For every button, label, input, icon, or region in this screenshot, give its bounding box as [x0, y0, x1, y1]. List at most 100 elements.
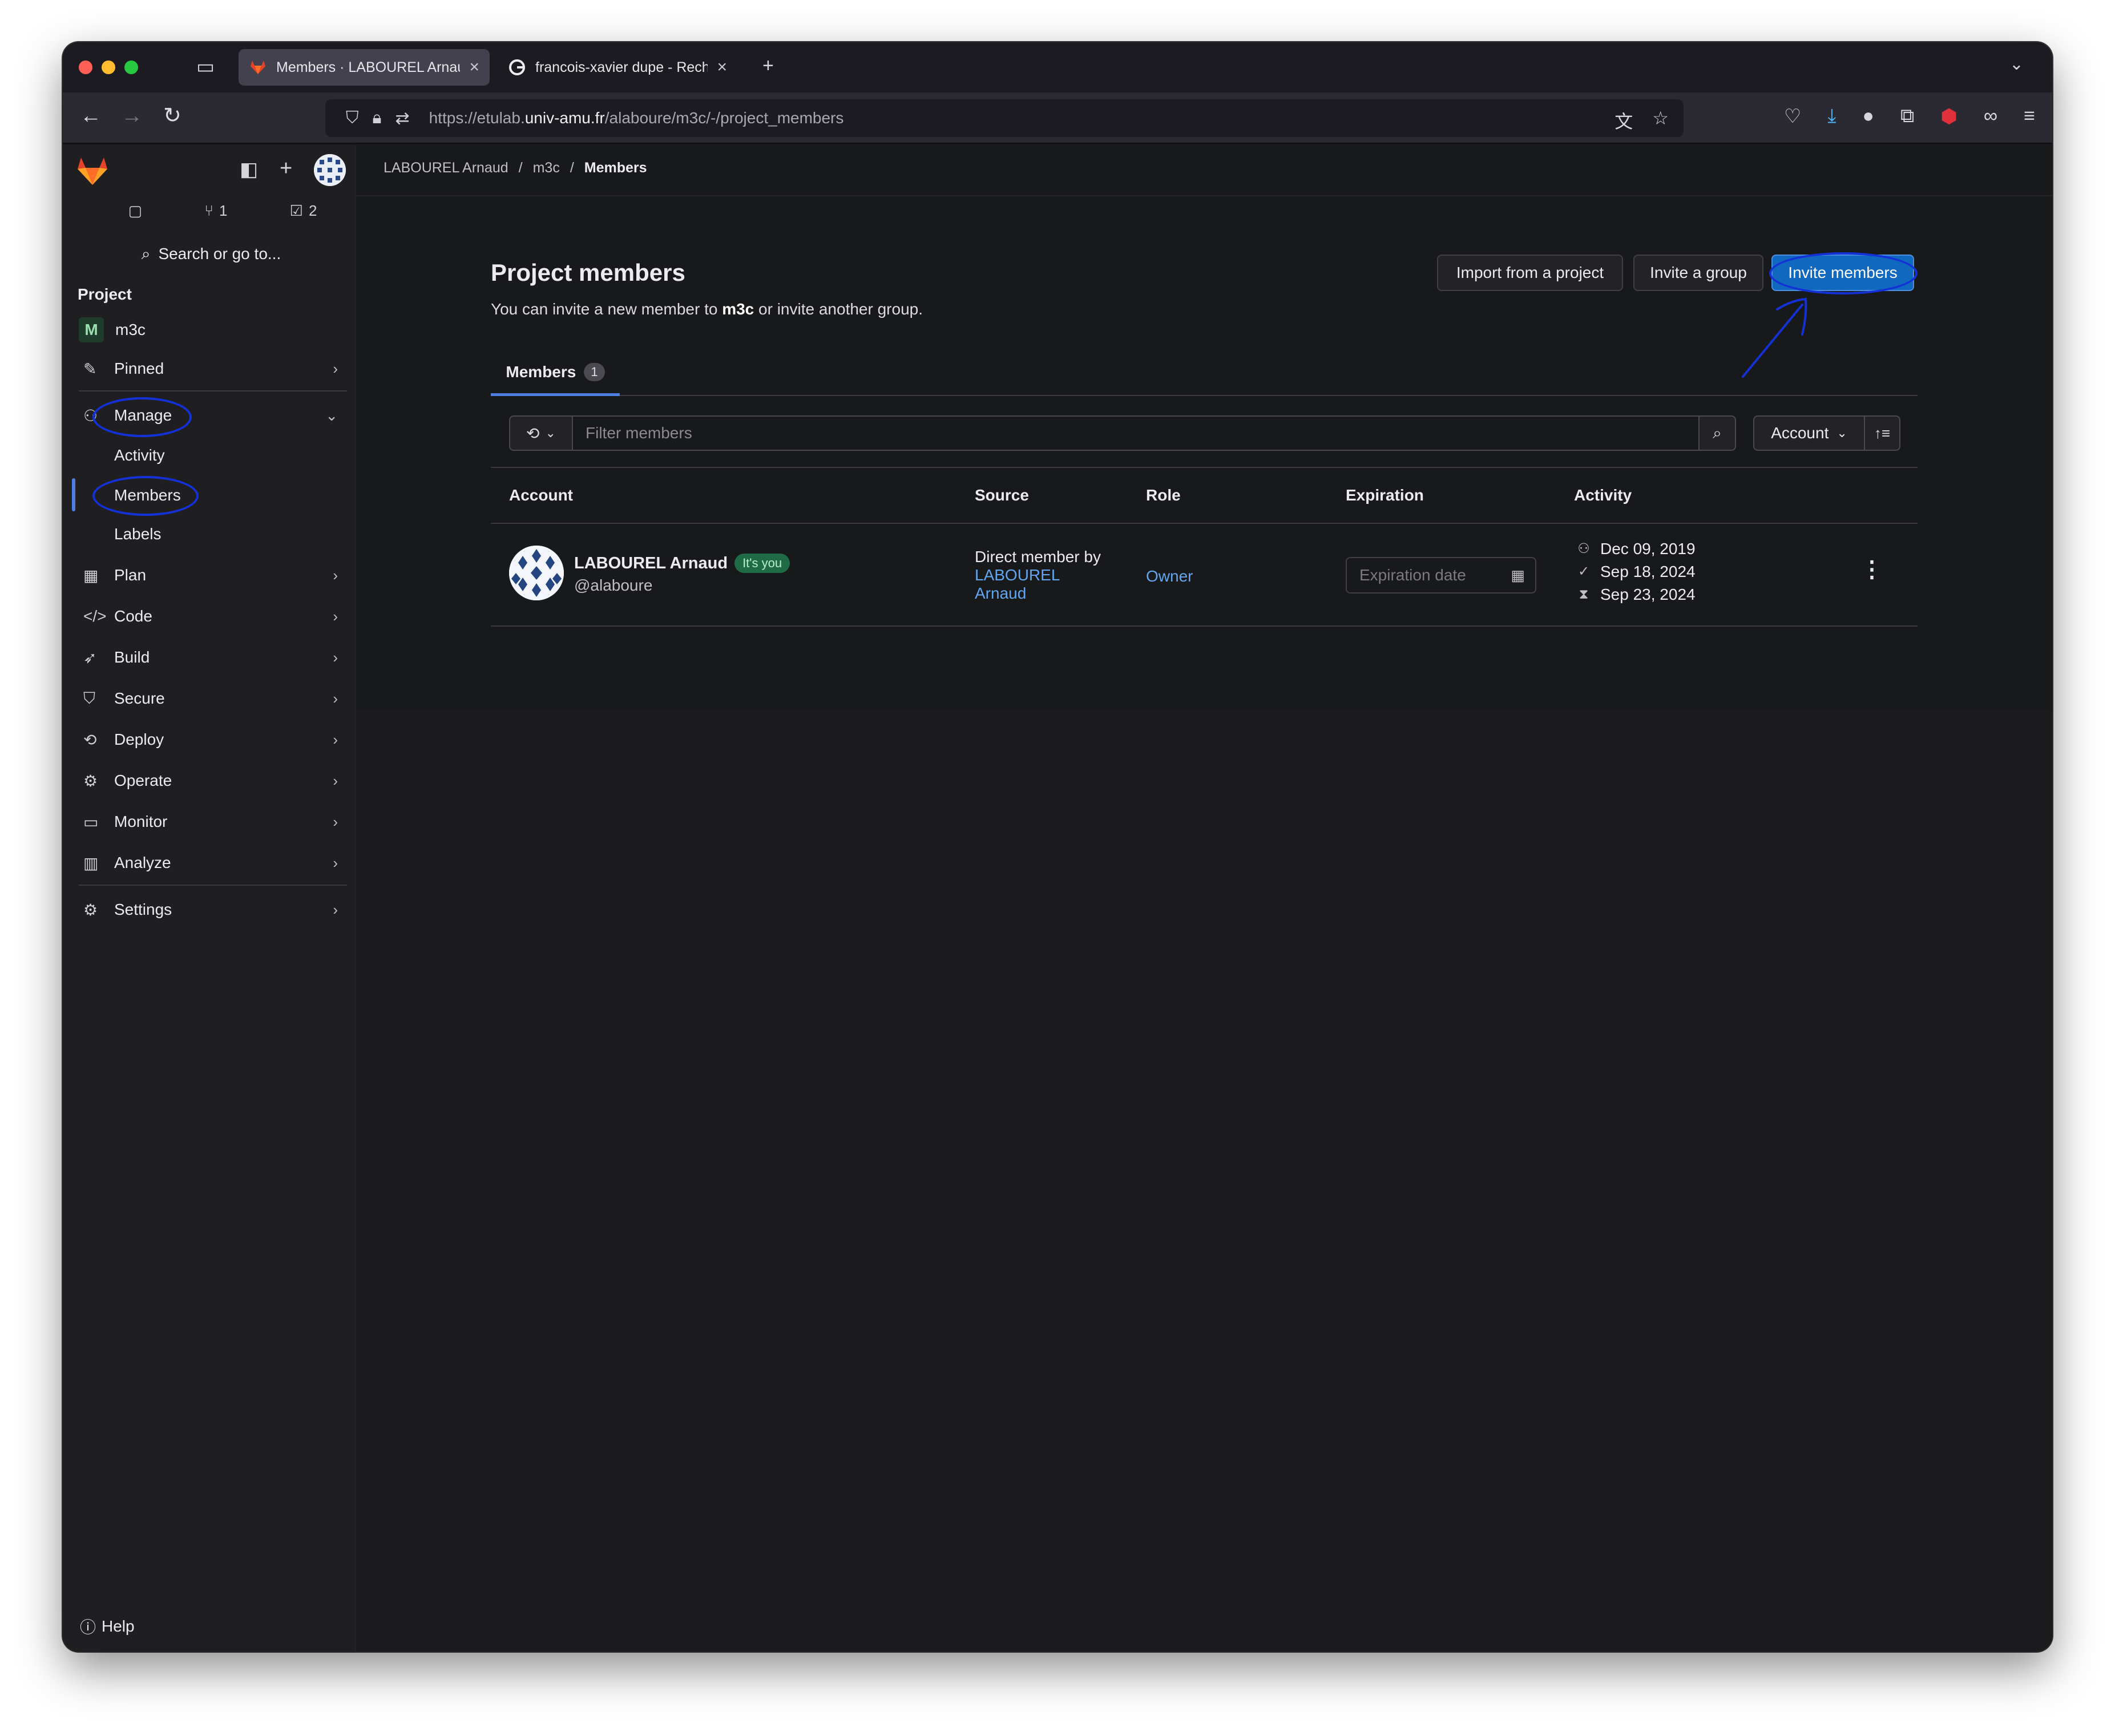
- page-title: Project members: [491, 259, 685, 286]
- sidebar-item-secure[interactable]: ⛉ Secure ›: [78, 681, 348, 716]
- tab-title: Members · LABOUREL Arnaud /: [276, 59, 460, 75]
- bookmark-star-icon[interactable]: ☆: [1652, 107, 1669, 134]
- chart-icon: ▥: [83, 854, 99, 872]
- expiration-date-input[interactable]: Expiration date ▦: [1346, 557, 1536, 594]
- pocket-icon[interactable]: ♡: [1784, 105, 1801, 128]
- breadcrumb-current[interactable]: Members: [584, 160, 647, 176]
- chevron-right-icon: ›: [333, 813, 338, 830]
- forward-icon[interactable]: →: [121, 105, 143, 127]
- gitlab-favicon-icon: [249, 58, 267, 76]
- tab-close-icon[interactable]: ×: [717, 58, 727, 77]
- rocket-icon: ➶: [83, 648, 97, 667]
- import-from-project-button[interactable]: Import from a project: [1437, 255, 1623, 291]
- download-icon[interactable]: ⤓: [1827, 105, 1836, 128]
- merge-requests-counter[interactable]: ⑂ 1: [204, 202, 227, 220]
- chevron-right-icon: ›: [333, 607, 338, 625]
- column-account: Account: [509, 486, 573, 504]
- search-or-go-to-button[interactable]: ⌕ Search or go to...: [80, 234, 342, 274]
- sidebar-item-manage[interactable]: ⚇ Manage ⌄: [78, 398, 348, 433]
- history-icon: ⟲: [526, 424, 540, 442]
- translate-icon[interactable]: 文: [1614, 107, 1633, 134]
- sort-by-dropdown[interactable]: Account ⌄: [1753, 415, 1865, 451]
- tab-list-chevron-icon[interactable]: ⌄: [2009, 56, 2024, 73]
- sidebar-item-activity[interactable]: Activity: [114, 438, 342, 473]
- sidebar-item-monitor[interactable]: ▭ Monitor ›: [78, 805, 348, 839]
- help-button[interactable]: ⓘ Help: [80, 1615, 135, 1638]
- tab-members[interactable]: Members 1: [491, 350, 620, 396]
- browser-window: ▭ Members · LABOUREL Arnaud / × francois…: [63, 42, 2052, 1652]
- maximize-window-button[interactable]: [124, 60, 138, 74]
- invite-members-button[interactable]: Invite members: [1771, 255, 1914, 291]
- monitor-icon: ▭: [83, 813, 99, 831]
- search-icon: ⌕: [141, 244, 151, 263]
- sidebar-item-members[interactable]: Members: [114, 478, 342, 512]
- members-table-header: Account Source Role Expiration Activity: [491, 469, 1918, 524]
- chevron-right-icon: ›: [333, 854, 338, 871]
- search-icon: ⌕: [1713, 423, 1722, 442]
- sidebar-header: ◧ +: [63, 145, 355, 196]
- ublock-icon[interactable]: ⬢: [1940, 105, 1957, 128]
- tab-title: francois-xavier dupe - Recherch: [535, 59, 708, 75]
- sidebar-item-plan[interactable]: ▦ Plan ›: [78, 558, 348, 592]
- sidebar-item-settings[interactable]: ⚙ Settings ›: [78, 893, 348, 927]
- filter-members-input[interactable]: Filter members: [573, 415, 1700, 451]
- tab-close-icon[interactable]: ×: [469, 58, 479, 77]
- issues-counter[interactable]: ▢: [128, 202, 143, 220]
- sidebar-item-analyze[interactable]: ▥ Analyze ›: [78, 846, 348, 880]
- tab-members[interactable]: Members · LABOUREL Arnaud / ×: [239, 49, 490, 86]
- chevron-right-icon: ›: [333, 566, 338, 584]
- column-expiration: Expiration: [1346, 486, 1424, 504]
- source-user-link[interactable]: Arnaud: [975, 584, 1101, 603]
- url-text[interactable]: https://etulab.univ-amu.fr/alaboure/m3c/…: [429, 109, 844, 127]
- sidebar-item-pinned[interactable]: ✎ Pinned ›: [78, 352, 348, 386]
- tab-overview-icon[interactable]: ▭: [196, 57, 215, 76]
- sidebar-item-operate[interactable]: ⚙ Operate ›: [78, 764, 348, 798]
- new-tab-icon[interactable]: +: [762, 56, 774, 75]
- extensions-icon[interactable]: ⧉: [1900, 105, 1914, 128]
- lock-icon[interactable]: 🔒︎: [373, 108, 382, 128]
- member-name[interactable]: LABOUREL Arnaud It's you: [574, 554, 790, 573]
- shield-icon: ⛉: [83, 689, 96, 707]
- create-new-icon[interactable]: +: [280, 158, 292, 179]
- url-bar[interactable]: ⛉ 🔒︎ ⇄ https://etulab.univ-amu.fr/alabou…: [325, 99, 1684, 137]
- breadcrumb-user[interactable]: LABOUREL Arnaud: [384, 160, 508, 176]
- filter-search-button[interactable]: ⌕: [1700, 415, 1736, 451]
- sort-direction-button[interactable]: ↑≡: [1864, 415, 1900, 451]
- cloud-gear-icon: ⚙: [83, 772, 98, 790]
- more-actions-icon[interactable]: ⋮: [1860, 558, 1883, 581]
- user-avatar[interactable]: [314, 154, 346, 186]
- invite-group-button[interactable]: Invite a group: [1633, 255, 1763, 291]
- permissions-icon[interactable]: ⇄: [395, 108, 409, 128]
- privacy-glasses-icon[interactable]: ∞: [1984, 105, 1997, 128]
- toggle-sidebar-icon[interactable]: ◧: [240, 160, 258, 179]
- calendar-icon: ▦: [1511, 566, 1525, 584]
- avatar[interactable]: [509, 546, 564, 600]
- account-icon[interactable]: ●: [1862, 105, 1874, 128]
- tab-google-search[interactable]: francois-xavier dupe - Recherch ×: [498, 49, 737, 86]
- sidebar-item-build[interactable]: ➶ Build ›: [78, 640, 348, 675]
- member-role[interactable]: Owner: [1146, 567, 1193, 586]
- minimize-window-button[interactable]: [102, 60, 115, 74]
- hourglass-icon: ⧗: [1579, 587, 1589, 602]
- member-tabs: Members 1: [491, 350, 1918, 396]
- chevron-right-icon: ›: [333, 901, 338, 918]
- close-window-button[interactable]: [79, 60, 92, 74]
- divider: [79, 390, 347, 391]
- back-icon[interactable]: ←: [80, 105, 102, 127]
- chevron-down-icon: ⌄: [1837, 426, 1847, 440]
- sidebar-item-code[interactable]: </> Code ›: [78, 599, 348, 633]
- sidebar-item-labels[interactable]: Labels: [114, 517, 342, 551]
- todos-counter[interactable]: ☑ 2: [290, 202, 317, 220]
- recent-searches-button[interactable]: ⟲ ⌄: [509, 415, 573, 451]
- shield-icon[interactable]: ⛉: [346, 108, 359, 128]
- sidebar-item-project[interactable]: M m3c: [78, 313, 348, 347]
- menu-icon[interactable]: ≡: [2024, 105, 2035, 128]
- source-user-link[interactable]: LABOUREL: [975, 566, 1101, 584]
- reload-icon[interactable]: ↻: [163, 105, 181, 127]
- chevron-down-icon: ⌄: [325, 406, 338, 424]
- navigation-bar: ← → ↻ ⛉ 🔒︎ ⇄ https://etulab.univ-amu.fr/…: [63, 92, 2052, 144]
- breadcrumb-project[interactable]: m3c: [533, 160, 560, 176]
- sidebar-item-deploy[interactable]: ⟲ Deploy ›: [78, 722, 348, 757]
- gitlab-logo-icon[interactable]: [76, 156, 108, 186]
- users-icon: ⚇: [83, 406, 98, 425]
